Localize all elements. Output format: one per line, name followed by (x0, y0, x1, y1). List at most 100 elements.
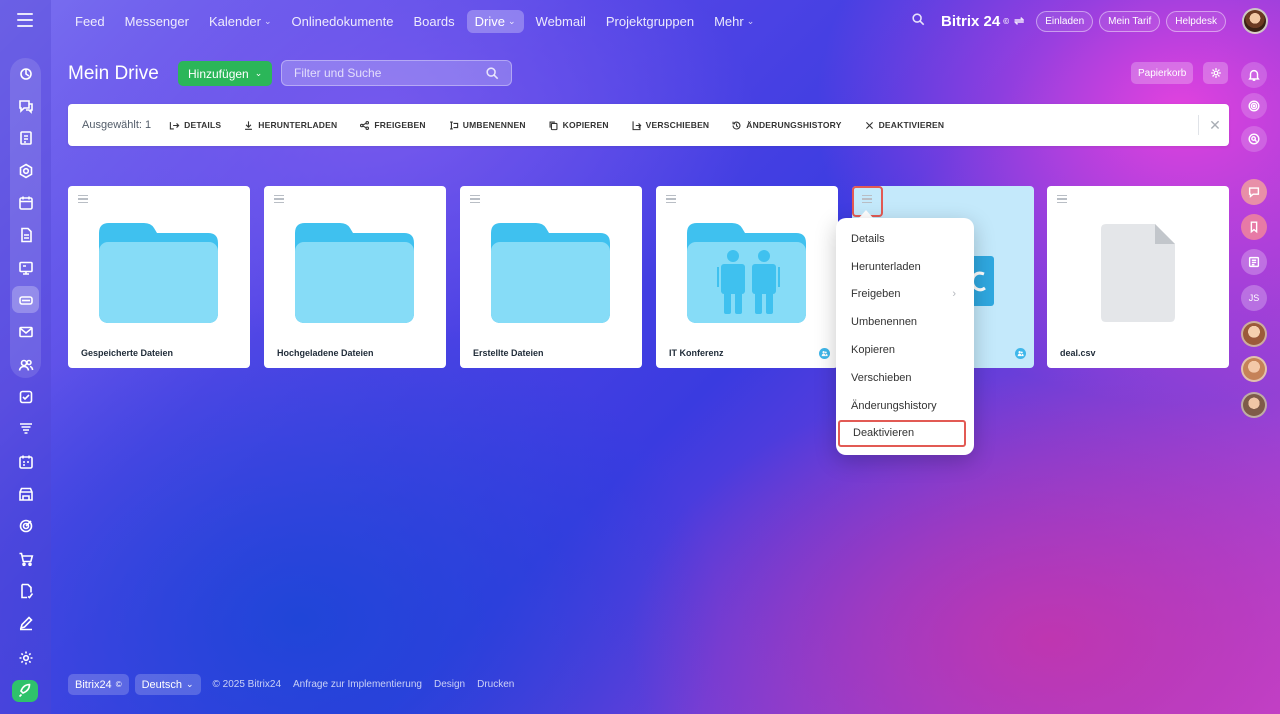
top-navigation: Feed Messenger Kalender ⌄ Onlinedokumente Boa… (67, 9, 762, 33)
nav-item-kalender[interactable]: Kalender ⌄ (201, 10, 280, 33)
tune-icon[interactable]: ⇌ (1014, 14, 1024, 28)
sidebar-item-calendar[interactable] (12, 189, 39, 216)
chat-contact-board[interactable] (1241, 249, 1267, 275)
my-plan-button[interactable]: Mein Tarif (1099, 10, 1161, 32)
sidebar-item-contacts[interactable] (12, 351, 39, 378)
sidebar-item-sign[interactable] (12, 577, 39, 604)
sidebar-item-groups[interactable] (12, 157, 39, 184)
sidebar-item-feed[interactable] (12, 60, 39, 87)
menu-item-umbenennen[interactable]: Umbenennen (836, 308, 974, 336)
action-label: VERSCHIEBEN (645, 120, 710, 130)
action-label: HERUNTERLADEN (258, 120, 338, 130)
chat-contact-avatar-2[interactable] (1241, 356, 1267, 382)
menu-item-herunterladen[interactable]: Herunterladen (836, 253, 974, 281)
sidebar-item-mail[interactable] (12, 318, 39, 345)
notifications-button[interactable] (1241, 62, 1267, 88)
nav-item-mehr[interactable]: Mehr ⌄ (706, 10, 762, 33)
invite-button[interactable]: Einladen (1036, 10, 1094, 32)
menu-item-details[interactable]: Details (836, 225, 974, 253)
search-chat-button[interactable] (1241, 126, 1267, 152)
nav-item-projektgruppen[interactable]: Projektgruppen (598, 10, 702, 33)
footer-link-design[interactable]: Design (434, 679, 465, 690)
drive-settings-button[interactable] (1203, 62, 1228, 84)
sidebar-item-files[interactable] (12, 221, 39, 248)
menu-burger-icon[interactable] (17, 13, 33, 27)
action-label: FREIGEBEN (374, 120, 426, 130)
sidebar-item-shop[interactable] (12, 545, 39, 572)
nav-item-onlinedokumente[interactable]: Onlinedokumente (284, 10, 402, 33)
file-tile[interactable]: Erstellte Dateien (460, 186, 642, 368)
shared-icon (1015, 348, 1026, 359)
gear-icon (1210, 68, 1221, 78)
nav-item-boards[interactable]: Boards (405, 10, 462, 33)
nav-item-webmail[interactable]: Webmail (528, 10, 594, 33)
action-label: KOPIEREN (562, 120, 609, 130)
sidebar-item-crm[interactable] (12, 415, 39, 442)
file-tile[interactable]: Gespeicherte Dateien (68, 186, 250, 368)
file-tile[interactable]: Hochgeladene Dateien (264, 186, 446, 368)
file-tile[interactable]: deal.csv (1047, 186, 1229, 368)
nav-item-feed[interactable]: Feed (67, 10, 113, 33)
action-anderungshistory-button[interactable]: ÄNDERUNGSHISTORY (731, 120, 841, 131)
copilot-button[interactable] (1241, 93, 1267, 119)
menu-item-freigeben[interactable]: Freigeben › (836, 281, 974, 309)
sidebar-item-goals[interactable] (12, 512, 39, 539)
sidebar-item-upgrade[interactable] (12, 680, 38, 702)
action-deaktivieren-button[interactable]: DEAKTIVIEREN (864, 120, 945, 131)
global-search-button[interactable] (911, 12, 929, 30)
helpdesk-button[interactable]: Helpdesk (1166, 10, 1226, 32)
sidebar-item-tasks[interactable] (12, 383, 39, 410)
tile-menu-icon[interactable] (470, 195, 480, 203)
menu-item-deaktivieren[interactable]: Deaktivieren (838, 419, 966, 448)
action-freigeben-button[interactable]: FREIGEBEN (359, 120, 426, 131)
search-icon[interactable] (485, 66, 499, 80)
nav-item-messenger[interactable]: Messenger (117, 10, 197, 33)
action-herunterladen-button[interactable]: HERUNTERLADEN (243, 120, 337, 131)
add-button[interactable]: Hinzufügen ⌄ (178, 61, 273, 86)
sidebar-item-messenger[interactable] (12, 92, 39, 119)
tile-menu-icon[interactable] (78, 195, 88, 203)
brand-logo[interactable]: Bitrix 24 © ⇌ (941, 13, 1024, 30)
sidebar-item-boards[interactable] (12, 254, 39, 281)
footer-link-print[interactable]: Drucken (477, 679, 514, 690)
menu-item-verschieben[interactable]: Verschieben (836, 364, 974, 392)
chat-contact-avatar-1[interactable] (1241, 321, 1267, 347)
history-icon (732, 121, 741, 130)
folder-icon (99, 223, 218, 323)
filter-search-input[interactable] (294, 66, 485, 80)
copyright-icon: © (1003, 16, 1010, 26)
tile-name: Erstellte Dateien (473, 348, 544, 358)
sidebar-item-planner[interactable] (12, 448, 39, 475)
chat-contact-avatar-3[interactable] (1241, 392, 1267, 418)
tile-menu-icon[interactable] (1057, 195, 1067, 203)
filter-search-field[interactable] (281, 60, 512, 86)
chat-contact-1[interactable] (1241, 179, 1267, 205)
action-details-button[interactable]: DETAILS (169, 120, 221, 131)
footer-link-implementation[interactable]: Anfrage zur Implementierung (293, 679, 422, 690)
trash-button[interactable]: Papierkorb (1131, 62, 1194, 84)
action-umbenennen-button[interactable]: UMBENENNEN (448, 120, 526, 131)
chat-bubble-icon (1248, 187, 1260, 198)
drive-icon (18, 295, 33, 305)
tile-menu-icon[interactable] (274, 195, 284, 203)
rocket-icon (18, 683, 31, 698)
chat-contact-bookmark[interactable] (1241, 214, 1267, 240)
chat-contact-initials[interactable]: JS (1241, 285, 1267, 311)
copyright-icon: © (115, 680, 122, 689)
file-tile[interactable]: IT Konferenz (656, 186, 838, 368)
footer-brand-button[interactable]: Bitrix24 © (68, 674, 129, 695)
tile-menu-icon[interactable] (666, 195, 676, 203)
sidebar-item-store[interactable] (12, 480, 39, 507)
sidebar-item-settings[interactable] (12, 644, 39, 671)
action-kopieren-button[interactable]: KOPIEREN (548, 120, 609, 131)
action-verschieben-button[interactable]: VERSCHIEBEN (631, 120, 710, 131)
language-select[interactable]: Deutsch ⌄ (134, 674, 201, 695)
sidebar-item-drive[interactable] (12, 286, 39, 313)
nav-item-drive[interactable]: Drive ⌄ (466, 9, 524, 33)
sidebar-item-edit[interactable] (12, 609, 39, 636)
menu-item-anderungshistory[interactable]: Änderungshistory (836, 392, 974, 420)
menu-item-kopieren[interactable]: Kopieren (836, 336, 974, 364)
close-icon[interactable]: ✕ (1207, 117, 1223, 133)
copy-icon (549, 121, 558, 130)
sidebar-item-docs[interactable] (12, 124, 39, 151)
